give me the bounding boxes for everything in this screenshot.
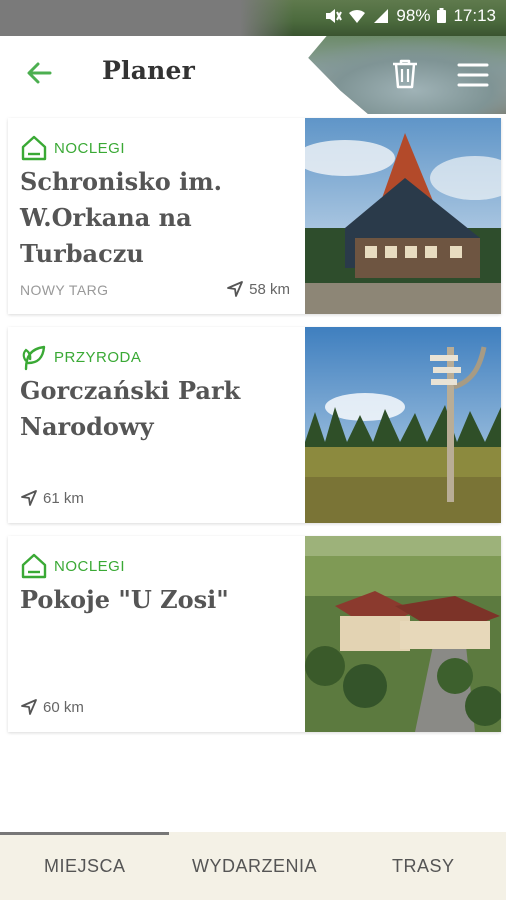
navigation-arrow-icon <box>21 699 37 715</box>
back-arrow-icon[interactable] <box>24 58 54 88</box>
house-icon <box>21 135 47 161</box>
signal-icon <box>374 9 389 23</box>
category-label: NOCLEGI <box>20 134 125 162</box>
house-icon <box>21 553 47 579</box>
distance: 61 km <box>20 489 84 507</box>
category-text: NOCLEGI <box>54 139 126 157</box>
distance: 60 km <box>20 698 84 716</box>
category-text: NOCLEGI <box>54 557 126 575</box>
distance-text: 58 km <box>249 280 290 298</box>
place-city: NOWY TARG <box>20 282 109 298</box>
category-text: PRZYRODA <box>54 348 142 366</box>
active-tab-indicator <box>0 832 169 835</box>
place-card[interactable]: PRZYRODA Gorczański Park Narodowy 61 km <box>8 327 501 523</box>
wifi-icon <box>349 9 366 23</box>
bottom-tab-bar: MIEJSCA WYDARZENIA TRASY <box>0 832 506 900</box>
trash-icon[interactable] <box>390 58 420 90</box>
distance-text: 60 km <box>43 698 84 716</box>
tab-miejsca[interactable]: MIEJSCA <box>44 856 126 877</box>
place-card[interactable]: NOCLEGI Schronisko im. W.Orkana na Turba… <box>8 118 501 314</box>
category-label: NOCLEGI <box>20 552 125 580</box>
battery-icon <box>437 8 447 23</box>
status-bar: 98% 17:13 <box>0 0 506 36</box>
place-photo-mountain-hut <box>305 118 501 314</box>
place-name: Schronisko im. W.Orkana na Turbaczu <box>20 167 222 268</box>
navigation-arrow-icon <box>227 281 244 297</box>
place-photo-national-park <box>305 327 501 523</box>
tab-trasy[interactable]: TRASY <box>392 856 455 877</box>
navigation-arrow-icon <box>21 490 37 506</box>
leaf-icon <box>22 345 46 371</box>
battery-percent: 98% <box>396 6 431 25</box>
clock: 17:13 <box>453 6 496 25</box>
place-photo-guesthouse-aerial <box>305 536 501 732</box>
app-header: Planer <box>0 36 506 114</box>
status-icons: 98% 17:13 <box>324 6 496 26</box>
tab-wydarzenia[interactable]: WYDARZENIA <box>192 856 317 877</box>
distance: 58 km <box>226 280 290 298</box>
page-title: Planer <box>102 56 195 85</box>
mute-icon <box>326 9 343 23</box>
category-label: PRZYRODA <box>20 343 141 371</box>
hamburger-menu-icon[interactable] <box>457 62 489 88</box>
place-card[interactable]: NOCLEGI Pokoje "U Zosi" 60 km <box>8 536 501 732</box>
distance-text: 61 km <box>43 489 84 507</box>
place-name: Pokoje "U Zosi" <box>20 585 229 614</box>
place-name: Gorczański Park Narodowy <box>20 376 241 441</box>
